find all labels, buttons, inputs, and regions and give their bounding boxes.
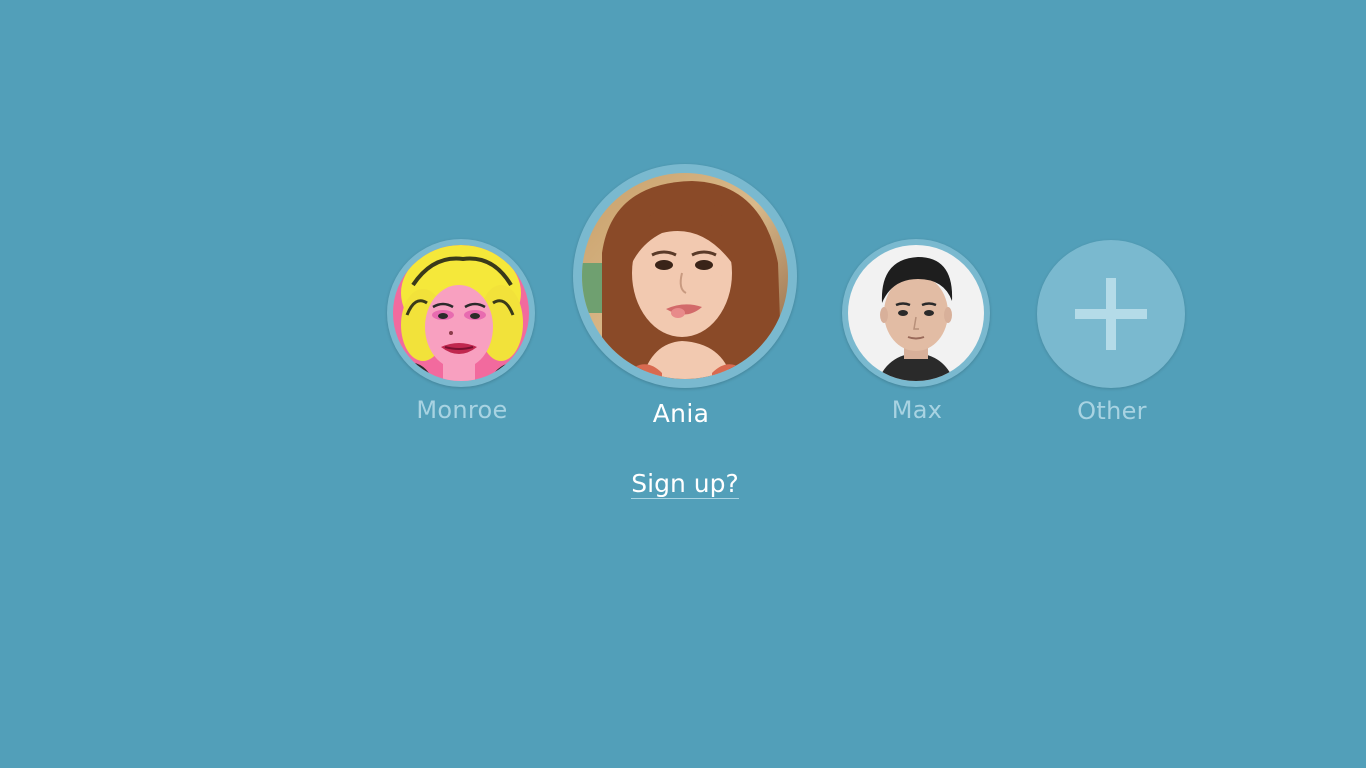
man-portrait-photo [848,245,984,381]
avatar-ania[interactable] [573,164,797,388]
user-name-max: Max [891,396,943,424]
user-name-other: Other [1077,397,1147,425]
popart-portrait-photo [393,245,529,381]
add-other-user-button[interactable] [1037,240,1185,388]
user-name-monroe: Monroe [416,396,508,424]
avatar-max[interactable] [842,239,990,387]
signup-link-wrapper: Sign up? [585,469,785,499]
login-screen: Monroe Ania Max Other Sign up? [0,0,1366,768]
avatar-monroe[interactable] [387,239,535,387]
woman-portrait-photo [582,173,788,379]
signup-link[interactable]: Sign up? [631,469,739,499]
user-name-ania: Ania [652,399,710,428]
